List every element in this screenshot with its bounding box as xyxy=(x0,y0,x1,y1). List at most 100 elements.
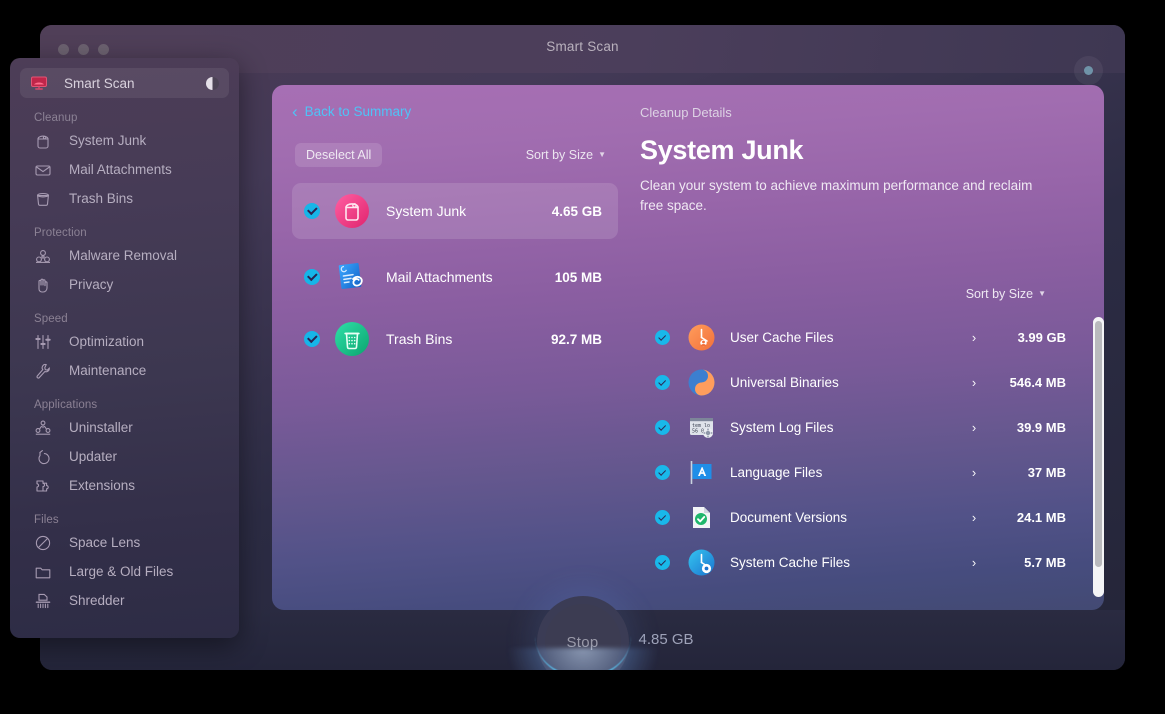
chevron-right-icon[interactable]: › xyxy=(954,420,994,435)
detail-row-universal-binaries[interactable]: Universal Binaries › 546.4 MB xyxy=(655,360,1090,405)
category-checkbox[interactable] xyxy=(304,331,320,347)
panel-header: ‹ Back to Summary Cleanup Details xyxy=(272,85,1104,137)
wrench-icon xyxy=(34,362,52,380)
category-size: 4.65 GB xyxy=(551,203,602,219)
detail-row-document-versions[interactable]: Document Versions › 24.1 MB xyxy=(655,495,1090,540)
detail-checkbox[interactable] xyxy=(655,465,670,480)
detail-column: System Junk Clean your system to achieve… xyxy=(640,135,1104,610)
sidebar-item-label: Space Lens xyxy=(69,535,141,550)
refresh-arrow-icon xyxy=(34,448,52,466)
category-row-mail-attachments[interactable]: Mail Attachments 105 MB xyxy=(292,253,618,301)
sidebar-item-smart-scan[interactable]: Smart Scan xyxy=(20,68,229,98)
detail-sort-dropdown[interactable]: Sort by Size ▼ xyxy=(966,287,1046,301)
category-checkbox[interactable] xyxy=(304,203,320,219)
detail-checkbox[interactable] xyxy=(655,375,670,390)
category-name: Trash Bins xyxy=(386,331,453,347)
detail-size: 24.1 MB xyxy=(1016,510,1066,525)
detail-name: User Cache Files xyxy=(730,330,834,345)
chevron-right-icon[interactable]: › xyxy=(954,510,994,525)
sidebar-item-label: Shredder xyxy=(69,593,125,608)
detail-size: 37 MB xyxy=(1027,465,1066,480)
sidebar-item-label: System Junk xyxy=(69,133,147,148)
status-dot-icon[interactable] xyxy=(1074,56,1103,85)
sidebar-item-malware-removal[interactable]: Malware Removal xyxy=(10,241,239,270)
category-column: Deselect All Sort by Size ▼ System Junk … xyxy=(292,143,618,610)
detail-checkbox[interactable] xyxy=(655,420,670,435)
detail-name: System Log Files xyxy=(730,420,834,435)
sidebar-item-label: Extensions xyxy=(69,478,136,493)
sidebar-item-uninstaller[interactable]: Uninstaller xyxy=(10,413,239,442)
category-row-system-junk[interactable]: System Junk 4.65 GB xyxy=(292,183,618,239)
category-size: 92.7 MB xyxy=(550,331,602,347)
status-dot xyxy=(1084,66,1093,75)
category-sort-label: Sort by Size xyxy=(525,148,594,162)
universal-binaries-icon xyxy=(688,369,715,396)
detail-title: System Junk xyxy=(640,135,804,165)
screen: Smart Scan ‹ Back to Summary Cleanup Det… xyxy=(0,0,1165,714)
detail-description: Clean your system to achieve maximum per… xyxy=(640,178,1033,214)
sidebar-item-label: Malware Removal xyxy=(69,248,178,263)
detail-name: Language Files xyxy=(730,465,823,480)
detail-checkbox[interactable] xyxy=(655,330,670,345)
deselect-all-button[interactable]: Deselect All xyxy=(295,143,383,167)
chevron-left-icon: ‹ xyxy=(292,102,298,121)
system-junk-icon xyxy=(335,194,369,228)
sidebar: Smart Scan Cleanup System Junk Mail Atta… xyxy=(10,58,239,638)
chevron-right-icon[interactable]: › xyxy=(954,330,994,345)
detail-row-user-cache-files[interactable]: User Cache Files › 3.99 GB xyxy=(655,315,1090,360)
system-log-icon: tem lo 56 0 xyxy=(688,414,715,441)
category-checkbox[interactable] xyxy=(304,269,320,285)
system-cache-icon xyxy=(688,549,715,576)
scan-glow-arc xyxy=(535,636,631,670)
sidebar-item-label: Mail Attachments xyxy=(69,162,172,177)
detail-row-language-files[interactable]: Language Files › 37 MB xyxy=(655,450,1090,495)
detail-list-scrollbar[interactable] xyxy=(1093,317,1104,597)
sidebar-item-large-old-files[interactable]: Large & Old Files xyxy=(10,557,239,586)
trash-bins-icon xyxy=(335,322,369,356)
sidebar-item-label: Updater xyxy=(69,449,118,464)
sidebar-section-speed: Speed xyxy=(34,313,68,325)
envelope-icon xyxy=(34,161,52,179)
sidebar-item-space-lens[interactable]: Space Lens xyxy=(10,528,239,557)
detail-row-system-log-files[interactable]: tem lo 56 0 System Log Files › 39.9 MB xyxy=(655,405,1090,450)
detail-checkbox[interactable] xyxy=(655,555,670,570)
sidebar-item-extensions[interactable]: Extensions xyxy=(10,471,239,500)
sidebar-item-label: Large & Old Files xyxy=(69,564,174,579)
detail-row-system-cache-files[interactable]: System Cache Files › 5.7 MB xyxy=(655,540,1090,585)
puzzle-piece-icon xyxy=(34,477,52,495)
sidebar-item-optimization[interactable]: Optimization xyxy=(10,327,239,356)
cleanup-details-label: Cleanup Details xyxy=(640,105,732,120)
folder-icon xyxy=(34,563,52,581)
sidebar-item-system-junk[interactable]: System Junk xyxy=(10,126,239,155)
sidebar-section-files: Files xyxy=(34,514,59,526)
sidebar-item-maintenance[interactable]: Maintenance xyxy=(10,356,239,385)
sidebar-item-updater[interactable]: Updater xyxy=(10,442,239,471)
detail-size: 546.4 MB xyxy=(1009,375,1066,390)
shredder-icon xyxy=(34,592,52,610)
sidebar-item-label: Maintenance xyxy=(69,363,147,378)
bin-icon xyxy=(34,190,52,208)
category-sort-dropdown[interactable]: Sort by Size ▼ xyxy=(526,148,606,162)
sidebar-item-label: Uninstaller xyxy=(69,420,133,435)
sidebar-item-mail-attachments[interactable]: Mail Attachments xyxy=(10,155,239,184)
svg-text:56 0: 56 0 xyxy=(692,429,704,435)
language-files-icon xyxy=(688,459,715,486)
detail-size: 39.9 MB xyxy=(1016,420,1066,435)
chevron-right-icon[interactable]: › xyxy=(954,375,994,390)
sidebar-item-trash-bins[interactable]: Trash Bins xyxy=(10,184,239,213)
category-name: Mail Attachments xyxy=(386,269,493,285)
sidebar-item-shredder[interactable]: Shredder xyxy=(10,586,239,615)
document-versions-icon xyxy=(688,504,715,531)
scrollbar-thumb[interactable] xyxy=(1095,321,1102,567)
chevron-right-icon[interactable]: › xyxy=(954,555,994,570)
half-circle-toggle-icon[interactable] xyxy=(206,76,219,90)
category-row-trash-bins[interactable]: Trash Bins 92.7 MB xyxy=(292,315,618,363)
hand-icon xyxy=(34,276,52,294)
detail-checkbox[interactable] xyxy=(655,510,670,525)
chevron-right-icon[interactable]: › xyxy=(954,465,994,480)
sidebar-item-privacy[interactable]: Privacy xyxy=(10,270,239,299)
back-to-summary-label: Back to Summary xyxy=(304,104,412,119)
detail-size: 5.7 MB xyxy=(1024,555,1066,570)
back-to-summary-link[interactable]: ‹ Back to Summary xyxy=(292,103,411,120)
lens-circle-icon xyxy=(34,534,52,552)
